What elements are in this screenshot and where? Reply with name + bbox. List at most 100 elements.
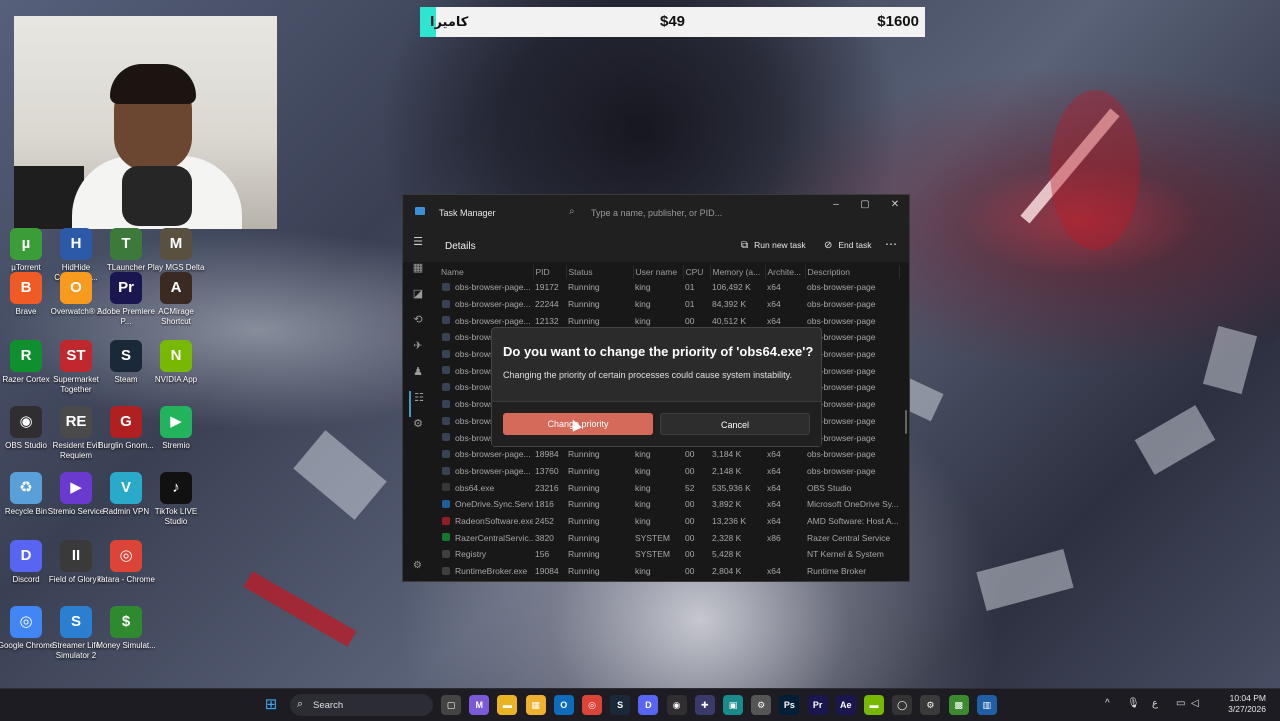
file-explorer-icon[interactable]: ▬ [497,695,518,715]
capcut-icon[interactable]: ▣ [723,695,743,715]
end-task-button[interactable]: ⊘ End task [824,240,871,251]
utorrent-icon: µ [10,228,42,260]
more-options-icon[interactable]: ⋯ [885,237,897,251]
chrome-icon: ◎ [10,606,42,638]
cancel-button[interactable]: Cancel [660,413,810,435]
system-clock[interactable]: 10:04 PM 3/27/2026 [1228,693,1266,715]
volume-icon[interactable]: ◁ [1191,698,1199,709]
microphone-icon[interactable]: 🎙 [1127,698,1140,709]
task-manager-titlebar: Task Manager ⌕ Type a name, publisher, o… [403,195,909,229]
section-title: Details [445,241,476,252]
steam-taskbar-icon[interactable]: S [610,695,631,715]
m365-icon[interactable]: M [469,695,490,715]
field-of-glory-icon: II [60,540,92,572]
burglin-icon: G [110,406,142,438]
obs-taskbar-icon[interactable]: ◉ [666,695,687,715]
store-icon[interactable]: ▦ [525,695,546,715]
desktop-shortcut-label: OBS Studio [5,441,47,450]
network-icon[interactable]: ▭ [1176,698,1185,709]
desktop-shortcut-label: NVIDIA App [154,375,198,384]
premiere-icon: Pr [110,272,142,304]
dialog-warning: Changing the priority of certain process… [503,370,792,380]
taskbar-search[interactable]: ⌕ Search [290,694,433,716]
desktop-shortcut-label: Streamer Life Simulator 2 [51,641,101,660]
taskbar: ⊞ ⌕ Search ▢ M ▬ ▦ O ◎ S D ◉ ✚ ▣ ⚙ Ps Pr Ae ▬ ◯ ⚙ ▩ ▥ ^ 🎙 ع… [0,688,1280,721]
outlook-icon[interactable]: O [553,695,574,715]
language-indicator[interactable]: ع [1152,698,1158,709]
github-icon[interactable]: ◯ [892,695,913,715]
taskbar-search-icon: ⌕ [297,698,304,710]
run-new-task-button[interactable]: ⧉ Run new task [741,240,806,251]
minecraft-icon[interactable]: ▩ [948,695,969,715]
desktop-shortcut-label: Brave [15,307,37,316]
recycle-bin-icon: ♻ [10,472,42,504]
mgs-icon: M [160,228,192,260]
desktop-shortcut[interactable]: N NVIDIA App [144,340,208,385]
desktop-shortcut[interactable]: ♪ TikTok LIVE Studio [144,472,208,527]
desktop-shortcut-label: Money Simulat... [96,641,156,650]
desktop-shortcut-label: Supermarket Together [53,375,99,394]
process-search[interactable]: ⌕ Type a name, publisher, or PID... [561,203,731,221]
gear-taskbar-icon[interactable]: ⚙ [920,695,941,715]
task-manager-icon [415,207,425,215]
overwatch-icon: O [60,272,92,304]
desktop-shortcut-label: TikTok LIVE Studio [154,507,198,526]
run-new-task-label: Run new task [754,240,806,250]
discord-icon: D [10,540,42,572]
webcam-overlay [14,16,277,229]
desktop-shortcut-label: Recycle Bin [4,507,48,516]
hidhide-icon: H [60,228,92,260]
end-task-icon: ⊘ [824,240,833,251]
razer-cortex-icon: R [10,340,42,372]
stremio-icon: ▶ [160,406,192,438]
settings-taskbar-icon[interactable]: ⚙ [751,695,772,715]
show-hidden-icons[interactable]: ^ [1105,698,1110,709]
photoshop-icon[interactable]: Ps [779,695,800,715]
window-title: Task Manager [439,208,496,218]
money-sim-icon: $ [110,606,142,638]
desktop-shortcut-label: Radmin VPN [102,507,150,516]
obs-icon: ◉ [10,406,42,438]
donation-current-amount: $49 [660,13,686,30]
clock-date: 3/27/2026 [1228,704,1266,714]
nvidia-icon: N [160,340,192,372]
desktop-shortcut-label: Stremio [162,441,190,450]
desktop-shortcut-label: Razer Cortex [2,375,50,384]
acmirage-icon: A [160,272,192,304]
maximize-button[interactable]: ▢ [855,199,875,210]
controller-icon[interactable]: ✚ [694,695,715,715]
desktop-shortcut-label: katara - Chrome [97,575,155,584]
change-priority-dialog: Do you want to change the priority of 'o… [491,327,822,447]
premiere-taskbar-icon[interactable]: Pr [807,695,828,715]
steam-icon: S [110,340,142,372]
desktop-shortcut-label: µTorrent [11,263,41,272]
after-effects-icon[interactable]: Ae [835,695,856,715]
close-button[interactable]: ✕ [885,199,905,210]
desktop-shortcut-label: TLauncher [106,263,146,272]
donation-goal-bar: كاميرا $49 $1600 [420,7,925,37]
dialog-question: Do you want to change the priority of 'o… [503,344,814,359]
search-placeholder: Type a name, publisher, or PID... [591,208,723,218]
desktop-shortcut-label: ACMirage Shortcut [158,307,194,326]
tiktok-icon: ♪ [160,472,192,504]
desktop-shortcut[interactable]: ▶ Stremio [144,406,208,451]
task-view-icon[interactable]: ▢ [441,695,461,715]
desktop-shortcut-label: Discord [12,575,40,584]
minimize-button[interactable]: – [826,199,846,210]
desktop-shortcut[interactable]: ◎ katara - Chrome [94,540,158,585]
task-manager-taskbar-icon[interactable]: ▥ [976,695,997,715]
clock-time: 10:04 PM [1229,693,1266,703]
start-button-icon[interactable]: ⊞ [263,697,279,713]
stremio-service-icon: ▶ [60,472,92,504]
discord-taskbar-icon[interactable]: D [638,695,659,715]
desktop-shortcut[interactable]: A ACMirage Shortcut [144,272,208,327]
desktop-shortcut[interactable]: $ Money Simulat... [94,606,158,651]
brave-icon: B [10,272,42,304]
search-icon: ⌕ [569,206,575,217]
chrome-taskbar-icon[interactable]: ◎ [582,695,602,715]
nvidia-taskbar-icon[interactable]: ▬ [864,695,884,715]
end-task-label: End task [838,240,872,250]
supermarket-icon: ST [60,340,92,372]
hamburger-menu-icon[interactable]: ☰ [409,235,427,261]
taskbar-search-label: Search [313,700,344,711]
